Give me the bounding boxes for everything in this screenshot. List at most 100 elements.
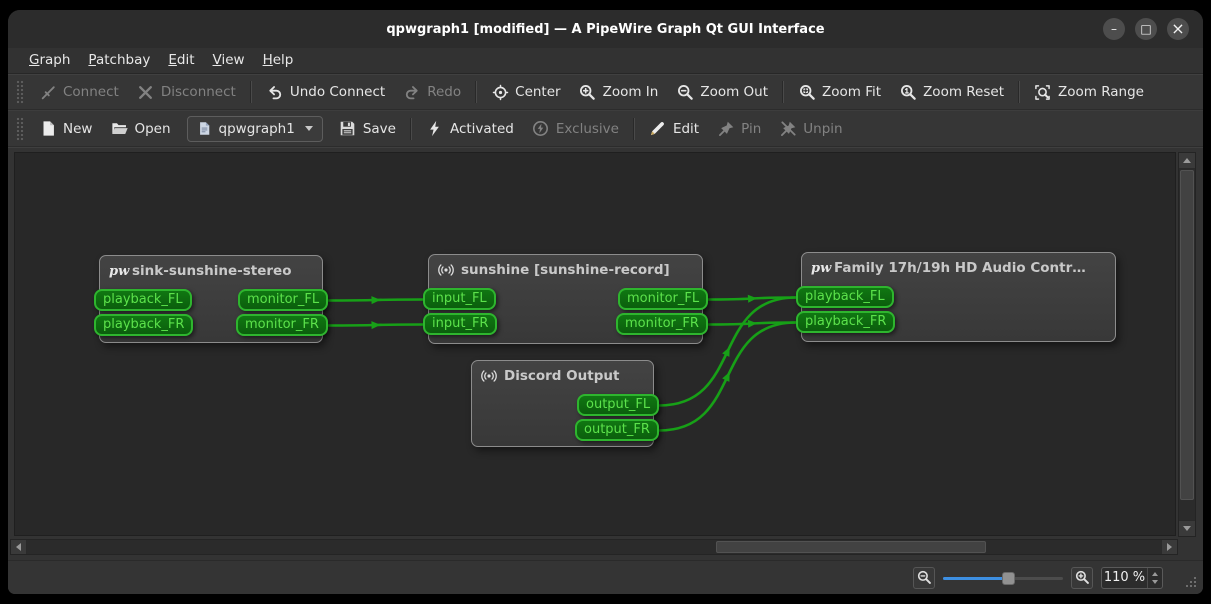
menu-item-patchbay[interactable]: Patchbay (79, 48, 159, 73)
port-sunshine-monitor_FL[interactable]: monitor_FL (618, 288, 708, 310)
new-button[interactable]: New (30, 115, 101, 143)
node-title: sink-sunshine-stereo (132, 263, 292, 279)
toolbar-button-label: Save (363, 121, 396, 137)
app-window: qpwgraph1 [modified] — A PipeWire Graph … (8, 10, 1203, 594)
zoom-slider-handle[interactable] (1002, 572, 1015, 585)
port-discord-output_FR[interactable]: output_FR (575, 419, 659, 441)
resize-grip[interactable] (1185, 577, 1198, 590)
port-discord-output_FL[interactable]: output_FL (577, 394, 659, 416)
scroll-right-button[interactable] (1161, 540, 1177, 554)
undo-connect-button[interactable]: Undo Connect (257, 78, 394, 106)
stream-icon (438, 262, 456, 278)
vertical-scroll-thumb[interactable] (1180, 170, 1194, 500)
connect-icon (39, 83, 57, 101)
menu-item-edit[interactable]: Edit (159, 48, 203, 73)
port-sink-playback_FR[interactable]: playback_FR (94, 314, 193, 336)
scroll-down-button[interactable] (1179, 520, 1195, 536)
toolbar-button-label: Center (515, 84, 560, 100)
toolbar-handle[interactable] (16, 80, 24, 104)
toolbar-button-label: Zoom Reset (923, 84, 1004, 100)
toolbar-button-label: Zoom Fit (822, 84, 881, 100)
unpin-button[interactable]: Unpin (770, 115, 851, 143)
spin-down-button[interactable] (1152, 580, 1158, 584)
activated-button[interactable]: Activated (417, 115, 523, 143)
zoom-in-button[interactable] (1071, 567, 1093, 589)
center-icon (491, 83, 509, 101)
menu-item-help[interactable]: Help (254, 48, 303, 73)
zoom-percentage-spinbox[interactable]: 110 % (1101, 567, 1163, 589)
connections-layer (15, 153, 1176, 536)
port-family-playback_FL[interactable]: playback_FL (796, 286, 894, 308)
spin-up-button[interactable] (1152, 572, 1158, 576)
scroll-left-button[interactable] (11, 540, 27, 554)
zoom-slider[interactable] (943, 567, 1063, 589)
zoom-reset-button[interactable]: Zoom Reset (890, 78, 1013, 106)
zoom-in-icon (579, 83, 597, 101)
toolbar-button-label: Connect (63, 84, 119, 100)
maximize-button[interactable]: □ (1135, 18, 1157, 40)
disconnect-button[interactable]: Disconnect (128, 78, 245, 106)
node-title: Discord Output (504, 368, 619, 384)
wire-arrow-icon (722, 345, 733, 357)
toolbar-separator (633, 118, 635, 140)
horizontal-scroll-thumb[interactable] (716, 541, 986, 553)
patchbay-file-icon (197, 121, 213, 137)
zoom-fit-icon (798, 83, 816, 101)
exclusive-button[interactable]: Exclusive (523, 115, 628, 143)
zoom-fit-button[interactable]: Zoom Fit (789, 78, 890, 106)
unpin-icon (779, 120, 797, 138)
scroll-up-button[interactable] (1179, 153, 1195, 169)
menu-item-view[interactable]: View (204, 48, 254, 73)
triangle-down-icon (1183, 526, 1191, 531)
port-sunshine-monitor_FR[interactable]: monitor_FR (616, 313, 708, 335)
chevron-down-icon (305, 126, 313, 131)
port-family-playback_FR[interactable]: playback_FR (796, 311, 895, 333)
wire-arrow-icon (722, 370, 733, 382)
port-sink-playback_FL[interactable]: playback_FL (94, 289, 192, 311)
connect-button[interactable]: Connect (30, 78, 128, 106)
open-button[interactable]: Open (101, 115, 179, 143)
center-button[interactable]: Center (482, 78, 569, 106)
zoom-percentage: 110 % (1102, 570, 1147, 585)
window-controls: –□ × (1103, 18, 1189, 40)
zoom-in-button[interactable]: Zoom In (570, 78, 668, 106)
close-button[interactable]: × (1167, 18, 1189, 40)
save-button[interactable]: Save (330, 115, 405, 143)
redo-button[interactable]: Redo (394, 78, 470, 106)
status-bar: 110 % (8, 560, 1203, 594)
horizontal-scrollbar[interactable] (10, 539, 1178, 555)
graph-canvas[interactable]: pwsink-sunshine-stereoplayback_FLplaybac… (14, 152, 1176, 536)
mnemonic-letter: E (168, 52, 177, 68)
wire-arrow-icon (748, 294, 757, 303)
disconnect-icon (137, 83, 155, 101)
triangle-right-icon (1167, 543, 1172, 551)
zoom-out-button[interactable]: Zoom Out (667, 78, 777, 106)
toolbar-button-label: Open (134, 121, 170, 137)
mnemonic-letter: G (29, 52, 39, 68)
patchbay-selector[interactable]: qpwgraph1 (187, 116, 323, 142)
menu-item-graph[interactable]: Graph (20, 48, 79, 73)
minimize-button[interactable]: – (1103, 18, 1125, 40)
edit-button[interactable]: Edit (640, 115, 708, 143)
zoom-out-icon (676, 83, 694, 101)
save-icon (339, 120, 357, 138)
toolbar-button-label: Pin (741, 121, 761, 137)
port-sink-monitor_FR[interactable]: monitor_FR (236, 314, 328, 336)
toolbar-handle[interactable] (16, 117, 24, 141)
mnemonic-letter: H (263, 52, 273, 68)
toolbar-separator (782, 81, 784, 103)
vertical-scrollbar[interactable] (1178, 152, 1196, 537)
port-sunshine-input_FR[interactable]: input_FR (423, 313, 497, 335)
mnemonic-letter: V (213, 52, 222, 68)
toolbar-separator (1018, 81, 1020, 103)
zoom-out-button[interactable] (913, 567, 935, 589)
toolbar-button-label: Exclusive (556, 121, 619, 137)
node-title: sunshine [sunshine-record] (461, 262, 670, 278)
title-bar[interactable]: qpwgraph1 [modified] — A PipeWire Graph … (8, 10, 1203, 48)
toolbar-button-label: Zoom In (603, 84, 659, 100)
window-title: qpwgraph1 [modified] — A PipeWire Graph … (8, 22, 1203, 37)
pin-button[interactable]: Pin (708, 115, 770, 143)
port-sink-monitor_FL[interactable]: monitor_FL (238, 289, 328, 311)
zoom-range-button[interactable]: Zoom Range (1025, 78, 1153, 106)
port-sunshine-input_FL[interactable]: input_FL (423, 288, 496, 310)
